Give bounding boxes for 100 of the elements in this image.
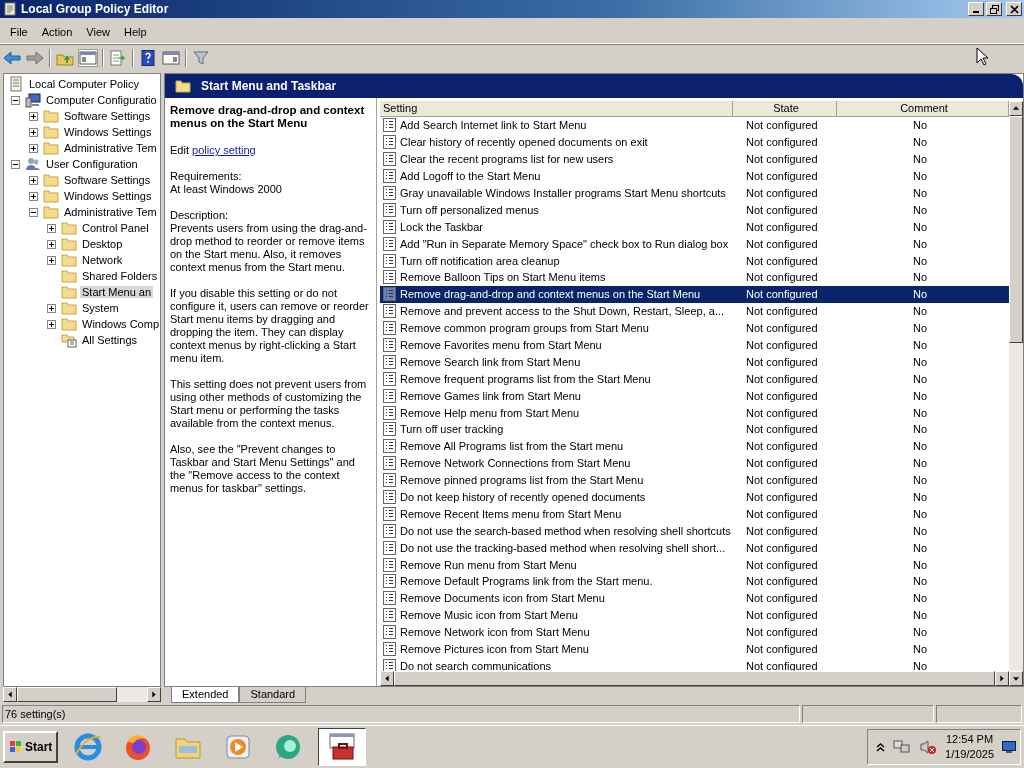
menu-item[interactable]: File xyxy=(4,26,36,38)
chevron-up-icon[interactable] xyxy=(876,742,886,752)
start-button[interactable]: Start xyxy=(3,731,59,763)
expander-icon[interactable] xyxy=(29,127,38,137)
horizontal-scrollbar[interactable] xyxy=(3,687,161,702)
expander-icon[interactable] xyxy=(11,159,20,169)
scroll-right-icon[interactable] xyxy=(995,671,1009,686)
table-row[interactable]: Clear history of recently opened documents on exit Not configured No xyxy=(380,133,1009,151)
tree-item[interactable]: Windows Settings xyxy=(62,190,154,202)
expander-icon[interactable] xyxy=(29,175,38,185)
table-row[interactable]: Remove and prevent access to the Shut Down, Restart, Sleep, a... Not configured No xyxy=(380,302,1009,320)
expander-icon[interactable] xyxy=(29,111,38,121)
table-row[interactable]: Clear the recent programs list for new users Not configured No xyxy=(380,150,1009,168)
view-tab[interactable]: Extended xyxy=(171,687,240,703)
taskbar-button[interactable] xyxy=(318,728,367,766)
table-row[interactable]: Turn off personalized menus Not configured No xyxy=(380,201,1009,219)
table-row[interactable]: Remove common program groups from Start Menu Not configured No xyxy=(380,319,1009,337)
muted-speaker-icon[interactable] xyxy=(919,739,938,755)
scroll-up-icon[interactable] xyxy=(1009,101,1023,116)
tree-item[interactable]: All Settings xyxy=(80,334,140,346)
tree-item[interactable]: Desktop xyxy=(80,238,125,250)
console-tree-icon[interactable] xyxy=(79,50,97,66)
tree-item[interactable]: Computer Configuratio xyxy=(44,94,159,106)
tree-item[interactable]: User Configuration xyxy=(44,158,140,170)
expander-icon[interactable] xyxy=(47,223,56,233)
table-cell: No xyxy=(912,524,928,537)
tree-item[interactable]: Local Computer Policy xyxy=(27,78,142,90)
tree-item[interactable]: Control Panel xyxy=(80,222,151,234)
scroll-right-icon[interactable] xyxy=(147,687,161,702)
network-icon[interactable] xyxy=(893,739,912,755)
table-row[interactable]: Remove drag-and-drop and context menus on the Start Menu Not configured No xyxy=(380,285,1009,303)
export-list-icon[interactable] xyxy=(109,50,127,66)
expander-icon[interactable] xyxy=(47,319,56,329)
column-header[interactable]: Setting xyxy=(380,101,733,116)
table-row[interactable]: Remove Games link from Start Menu Not configured No xyxy=(380,387,1009,405)
policy-list-icon xyxy=(383,591,396,606)
table-row[interactable]: Gray unavailable Windows Installer programs Start Menu shortcuts Not configured No xyxy=(380,184,1009,202)
table-row[interactable]: Remove Music icon from Start Menu Not configured No xyxy=(380,606,1009,624)
scrollbar-thumb[interactable] xyxy=(17,687,117,702)
table-row[interactable]: Remove Default Programs link from the Start menu. Not configured No xyxy=(380,573,1009,590)
help-icon[interactable] xyxy=(139,50,157,66)
table-row[interactable]: Remove Documents icon from Start Menu Not configured No xyxy=(380,589,1009,607)
table-row[interactable]: Do not keep history of recently opened documents Not configured No xyxy=(380,488,1009,506)
expander-icon[interactable] xyxy=(11,95,20,105)
expander-icon[interactable] xyxy=(47,239,56,249)
back-arrow-icon[interactable] xyxy=(3,50,21,66)
table-row[interactable]: Remove Favorites menu from Start Menu Not configured No xyxy=(380,336,1009,354)
expander-icon[interactable] xyxy=(47,303,56,313)
table-row[interactable]: Remove Network icon from Start Menu Not configured No xyxy=(380,623,1009,641)
table-row[interactable]: Remove pinned programs list from the Start Menu Not configured No xyxy=(380,471,1009,489)
tree-item[interactable]: Software Settings xyxy=(62,110,153,122)
forward-arrow-icon[interactable] xyxy=(26,50,44,66)
table-row[interactable]: Remove Recent Items menu from Start Menu Not configured No xyxy=(380,505,1009,523)
table-row[interactable]: Remove Help menu from Start Menu Not configured No xyxy=(380,404,1009,422)
table-row[interactable]: Add "Run in Separate Memory Space" check box to Run dialog box Not configured No xyxy=(380,235,1009,253)
table-row[interactable]: Turn off notification area cleanup Not configured No xyxy=(380,252,1009,269)
menu-item[interactable]: Help xyxy=(117,26,155,38)
tree-item[interactable]: Administrative Tem xyxy=(62,206,159,218)
table-row[interactable]: Remove Balloon Tips on Start Menu items Not configured No xyxy=(380,269,1009,286)
table-row[interactable]: Do not use the tracking-based method when resolving shell short... Not configured No xyxy=(380,539,1009,557)
table-row[interactable]: Lock the Taskbar Not configured No xyxy=(380,218,1009,236)
action-pane-icon[interactable] xyxy=(162,50,180,66)
table-row[interactable]: Remove frequent programs list from the Start Menu Not configured No xyxy=(380,370,1009,388)
filter-icon[interactable] xyxy=(192,50,210,66)
close-button[interactable] xyxy=(1006,2,1022,16)
expander-icon[interactable] xyxy=(47,255,56,265)
table-row[interactable]: Do not use the search-based method when resolving shell shortcuts Not configured No xyxy=(380,522,1009,540)
menu-item[interactable]: Action xyxy=(35,26,81,38)
minimize-button[interactable] xyxy=(968,2,984,16)
table-row[interactable]: Add Logoff to the Start Menu Not configured No xyxy=(380,167,1009,185)
tree-item[interactable]: Start Menu an xyxy=(80,286,154,298)
tree-item[interactable]: Software Settings xyxy=(62,174,153,186)
vertical-scrollbar[interactable] xyxy=(1009,101,1023,686)
tree-item[interactable]: Windows Settings xyxy=(62,126,154,138)
table-row[interactable]: Add Search Internet link to Start Menu Not configured No xyxy=(380,117,1009,134)
scrollbar-thumb[interactable] xyxy=(1009,116,1023,343)
tree-item[interactable]: Administrative Tem xyxy=(62,142,159,154)
table-row[interactable]: Remove Network Connections from Start Menu Not configured No xyxy=(380,454,1009,472)
restore-button[interactable] xyxy=(986,2,1002,16)
expander-icon[interactable] xyxy=(29,143,38,153)
table-cell: Remove drag-and-drop and context menus on the Start Menu xyxy=(400,288,701,301)
show-desktop-icon[interactable] xyxy=(1002,741,1016,753)
tree-item[interactable]: Shared Folders xyxy=(80,270,160,282)
menu-item[interactable]: View xyxy=(80,26,118,38)
table-row[interactable]: Remove Pictures icon from Start Menu Not configured No xyxy=(380,640,1009,658)
table-row[interactable]: Turn off user tracking Not configured No xyxy=(380,421,1009,438)
table-row[interactable]: Remove Search link from Start Menu Not configured No xyxy=(380,353,1009,371)
scroll-left-icon[interactable] xyxy=(3,687,17,702)
table-row[interactable]: Remove All Programs list from the Start menu Not configured No xyxy=(380,437,1009,455)
tree-item[interactable]: Network xyxy=(80,254,125,266)
table-row[interactable]: Remove Run menu from Start Menu Not configured No xyxy=(380,556,1009,574)
expander-icon[interactable] xyxy=(29,207,38,217)
policy-setting-link[interactable]: policy setting xyxy=(192,144,256,156)
scroll-down-icon[interactable] xyxy=(1009,671,1023,686)
tree-item[interactable]: Windows Comp xyxy=(80,318,160,330)
tree-item[interactable]: System xyxy=(80,302,121,314)
expander-icon[interactable] xyxy=(29,191,38,201)
scroll-left-icon[interactable] xyxy=(380,671,394,686)
view-tab[interactable]: Standard xyxy=(239,687,307,703)
column-header[interactable]: State xyxy=(733,101,837,116)
